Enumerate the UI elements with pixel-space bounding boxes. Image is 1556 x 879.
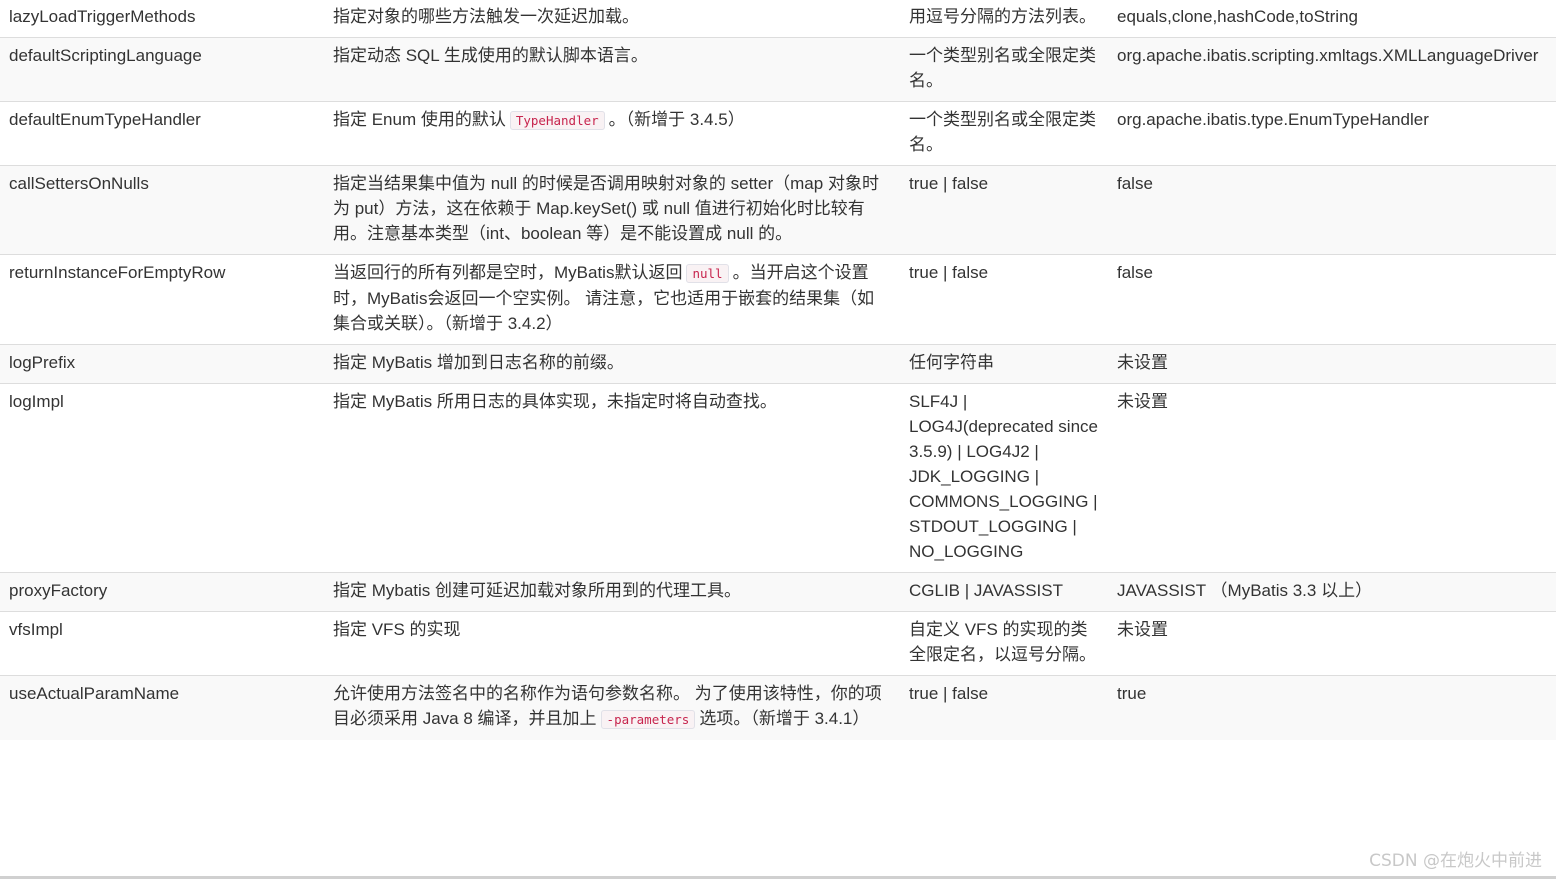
table-row: proxyFactory 指定 Mybatis 创建可延迟加载对象所用到的代理工… (0, 572, 1556, 612)
watermark: CSDN @在炮火中前进 (1369, 851, 1542, 871)
setting-valid-values: 一个类型别名或全限定类名。 (900, 101, 1108, 166)
setting-description: 指定对象的哪些方法触发一次延迟加载。 (333, 7, 639, 26)
setting-default: org.apache.ibatis.type.EnumTypeHandler (1108, 101, 1556, 166)
setting-valid-values: true | false (900, 254, 1108, 345)
setting-description: 指定 VFS 的实现 (324, 611, 900, 676)
setting-default: org.apache.ibatis.scripting.xmltags.XMLL… (1108, 37, 1556, 102)
setting-valid-values: 任何字符串 (900, 344, 1108, 384)
setting-description: 指定 MyBatis 增加到日志名称的前缀。 (324, 344, 900, 384)
setting-default: 未设置 (1108, 611, 1556, 676)
setting-valid-values: 用逗号分隔的方法列表。 (909, 7, 1096, 26)
setting-default: 未设置 (1108, 383, 1556, 573)
setting-valid-values: 一个类型别名或全限定类名。 (900, 37, 1108, 102)
table-row: vfsImpl 指定 VFS 的实现 自定义 VFS 的实现的类全限定名，以逗号… (0, 611, 1556, 676)
setting-default: true (1108, 675, 1556, 740)
inline-code: TypeHandler (509, 111, 605, 130)
setting-valid-values: true | false (900, 675, 1108, 740)
setting-description: 指定 MyBatis 所用日志的具体实现，未指定时将自动查找。 (324, 383, 900, 573)
setting-default: JAVASSIST （MyBatis 3.3 以上） (1108, 572, 1556, 612)
setting-name: returnInstanceForEmptyRow (0, 254, 324, 345)
setting-description: 指定当结果集中值为 null 的时候是否调用映射对象的 setter（map 对… (324, 165, 900, 255)
setting-default: false (1108, 254, 1556, 345)
setting-valid-values: true | false (900, 165, 1108, 255)
table-row: useActualParamName 允许使用方法签名中的名称作为语句参数名称。… (0, 675, 1556, 740)
setting-name: useActualParamName (0, 675, 324, 740)
description-text: 指定 Enum 使用的默认 (333, 110, 506, 129)
setting-description: 指定 Mybatis 创建可延迟加载对象所用到的代理工具。 (324, 572, 900, 612)
setting-name: lazyLoadTriggerMethods (9, 7, 196, 26)
setting-default: false (1108, 165, 1556, 255)
setting-name: logPrefix (0, 344, 324, 384)
setting-description: 允许使用方法签名中的名称作为语句参数名称。 为了使用该特性，你的项目必须采用 J… (324, 675, 900, 740)
setting-name: proxyFactory (0, 572, 324, 612)
table-row: returnInstanceForEmptyRow 当返回行的所有列都是空时，M… (0, 254, 1556, 345)
description-text: 。（新增于 3.4.5） (608, 110, 745, 129)
table-row: lazyLoadTriggerMethods 指定对象的哪些方法触发一次延迟加载… (0, 0, 1556, 38)
settings-table-body: lazyLoadTriggerMethods 指定对象的哪些方法触发一次延迟加载… (0, 0, 1556, 740)
inline-code: -parameters (600, 710, 696, 729)
setting-name: defaultEnumTypeHandler (0, 101, 324, 166)
setting-name: logImpl (0, 383, 324, 573)
settings-table: lazyLoadTriggerMethods 指定对象的哪些方法触发一次延迟加载… (0, 0, 1556, 740)
setting-description: 指定动态 SQL 生成使用的默认脚本语言。 (324, 37, 900, 102)
inline-code: null (686, 264, 729, 283)
description-text: 选项。（新增于 3.4.1） (699, 709, 870, 728)
description-text: 当返回行的所有列都是空时，MyBatis默认返回 (333, 263, 683, 282)
setting-default: equals,clone,hashCode,toString (1117, 7, 1358, 26)
setting-valid-values: CGLIB | JAVASSIST (900, 572, 1108, 612)
table-row: defaultEnumTypeHandler 指定 Enum 使用的默认 Type… (0, 101, 1556, 166)
setting-name: defaultScriptingLanguage (0, 37, 324, 102)
setting-description: 指定 Enum 使用的默认 TypeHandler 。（新增于 3.4.5） (324, 101, 900, 166)
setting-name: callSettersOnNulls (0, 165, 324, 255)
setting-default: 未设置 (1108, 344, 1556, 384)
setting-name: vfsImpl (0, 611, 324, 676)
table-row: logPrefix 指定 MyBatis 增加到日志名称的前缀。 任何字符串 未… (0, 344, 1556, 384)
setting-description: 当返回行的所有列都是空时，MyBatis默认返回 null 。当开启这个设置时，My… (324, 254, 900, 345)
setting-valid-values: 自定义 VFS 的实现的类全限定名，以逗号分隔。 (900, 611, 1108, 676)
setting-valid-values: SLF4J | LOG4J(deprecated since 3.5.9) | … (900, 383, 1108, 573)
table-row: callSettersOnNulls 指定当结果集中值为 null 的时候是否调… (0, 165, 1556, 255)
table-row: defaultScriptingLanguage 指定动态 SQL 生成使用的默… (0, 37, 1556, 102)
table-row: logImpl 指定 MyBatis 所用日志的具体实现，未指定时将自动查找。 … (0, 383, 1556, 573)
